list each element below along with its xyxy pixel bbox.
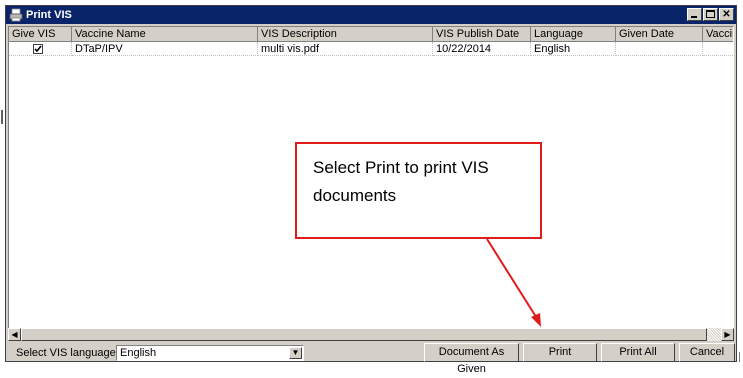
printer-icon xyxy=(9,8,23,22)
title-bar: Print VIS ✕ xyxy=(6,6,736,24)
print-all-button[interactable]: Print All xyxy=(601,343,675,362)
callout-line-1: Select Print to print VIS xyxy=(313,158,489,177)
print-button[interactable]: Print xyxy=(523,343,597,362)
left-edge-mark xyxy=(1,110,3,124)
vaccine-cell xyxy=(703,42,733,56)
minimize-button[interactable] xyxy=(687,8,702,21)
callout-line-2: documents xyxy=(313,186,397,205)
instruction-callout: Select Print to print VIS documents xyxy=(295,142,542,239)
grid-header: Give VIS Vaccine Name VIS Description VI… xyxy=(9,27,733,42)
column-header-vaccine-name[interactable]: Vaccine Name xyxy=(72,27,258,42)
document-as-given-button[interactable]: Document As Given xyxy=(424,343,519,375)
footer-bar: Select VIS language: English ▼ Document … xyxy=(6,343,736,375)
column-header-given-date[interactable]: Given Date xyxy=(616,27,703,42)
column-header-vis-description[interactable]: VIS Description xyxy=(258,27,433,42)
scroll-thumb[interactable] xyxy=(21,328,707,341)
vis-description-cell: multi vis.pdf xyxy=(258,42,433,56)
column-header-vaccine[interactable]: Vaccine xyxy=(703,27,733,42)
vis-language-select[interactable]: English ▼ xyxy=(116,345,304,361)
language-cell: English xyxy=(531,42,616,56)
column-header-vis-publish-date[interactable]: VIS Publish Date xyxy=(433,27,531,42)
scroll-track[interactable] xyxy=(707,328,721,341)
column-header-language[interactable]: Language xyxy=(531,27,616,42)
horizontal-scrollbar[interactable]: ◀ ▶ xyxy=(8,328,734,341)
scroll-right-button[interactable]: ▶ xyxy=(721,328,734,341)
column-header-give-vis[interactable]: Give VIS xyxy=(9,27,72,42)
scroll-left-icon: ◀ xyxy=(11,330,18,339)
give-vis-cell[interactable] xyxy=(9,42,72,56)
chevron-down-icon[interactable]: ▼ xyxy=(289,347,302,359)
maximize-button[interactable] xyxy=(703,8,718,21)
close-icon: ✕ xyxy=(722,9,731,20)
vis-language-value: English xyxy=(120,347,157,359)
scroll-right-icon: ▶ xyxy=(724,330,731,339)
close-button[interactable]: ✕ xyxy=(719,8,734,21)
scroll-left-button[interactable]: ◀ xyxy=(8,328,21,341)
vaccine-name-cell: DTaP/IPV xyxy=(72,42,258,56)
window-title: Print VIS xyxy=(26,9,72,21)
minimize-icon xyxy=(691,16,697,18)
cancel-button[interactable]: Cancel xyxy=(679,343,735,362)
table-row[interactable]: DTaP/IPV multi vis.pdf 10/22/2014 Englis… xyxy=(9,42,733,56)
vis-language-label: Select VIS language: xyxy=(16,347,119,359)
checkmark-icon xyxy=(34,45,42,53)
resize-grip-icon[interactable] xyxy=(738,352,741,362)
give-vis-checkbox[interactable] xyxy=(33,44,43,54)
given-date-cell[interactable] xyxy=(616,42,703,56)
maximize-icon xyxy=(706,10,715,18)
vis-publish-date-cell: 10/22/2014 xyxy=(433,42,531,56)
